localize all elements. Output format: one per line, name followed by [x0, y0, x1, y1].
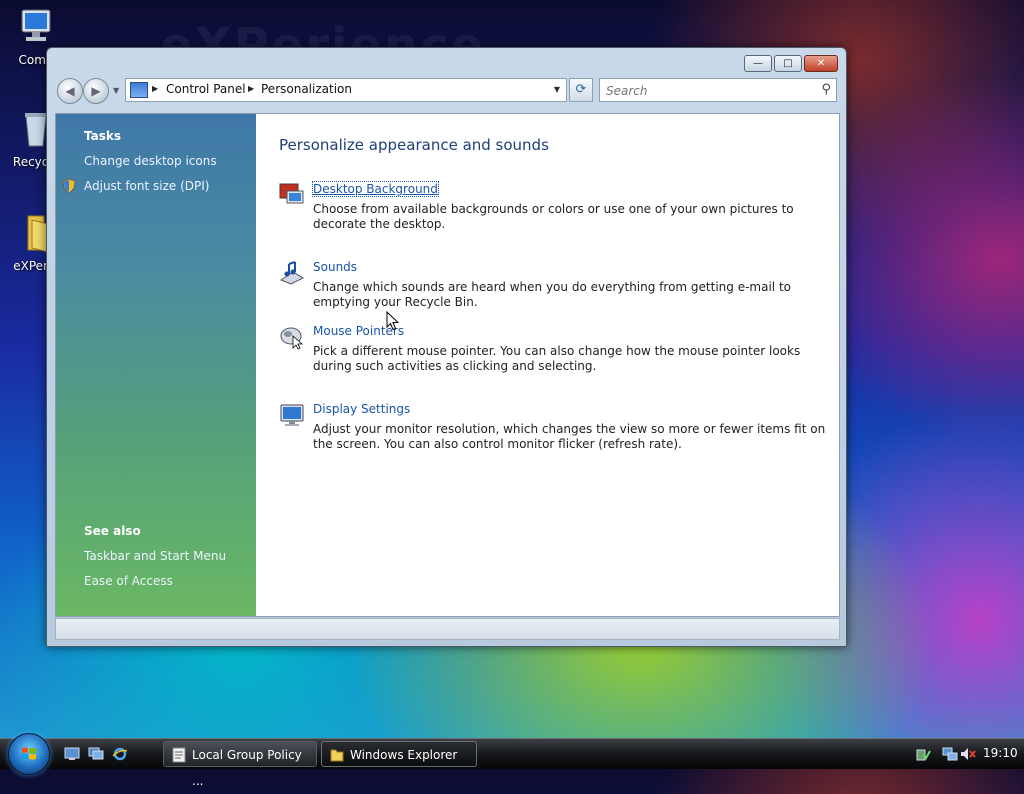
- shield-icon: [62, 179, 76, 193]
- start-button[interactable]: [8, 733, 50, 775]
- sounds-icon: [279, 261, 305, 285]
- breadcrumb-arrow-icon[interactable]: ▶: [152, 84, 158, 93]
- taskbar: Local Group Policy ... Windows Explorer …: [0, 733, 1024, 788]
- search-icon[interactable]: ⚲: [821, 82, 831, 97]
- back-button[interactable]: ◀: [57, 78, 83, 104]
- taskbar-button-windows-explorer[interactable]: Windows Explorer: [321, 741, 477, 767]
- forward-arrow-icon: ▶: [91, 84, 101, 98]
- refresh-icon: ⟳: [575, 82, 587, 97]
- content-area: Tasks Change desktop icons Adjust font s…: [55, 113, 840, 617]
- mouse-cursor-icon: [386, 311, 400, 331]
- maximize-button[interactable]: □: [774, 55, 802, 72]
- status-bar: [55, 618, 840, 640]
- adjust-font-size-link[interactable]: Adjust font size (DPI): [84, 179, 209, 193]
- display-settings-description: Adjust your monitor resolution, which ch…: [313, 422, 826, 451]
- volume-muted-icon[interactable]: [960, 746, 976, 762]
- document-icon: [172, 747, 186, 763]
- monitor-icon: [280, 404, 304, 426]
- desktop-background-link[interactable]: Desktop Background: [312, 181, 439, 197]
- computer-icon: [21, 9, 51, 41]
- window-controls: — □ ✕: [744, 55, 838, 72]
- back-arrow-icon: ◀: [65, 84, 75, 98]
- forward-button[interactable]: ▶: [83, 78, 109, 104]
- minimize-button[interactable]: —: [744, 55, 772, 72]
- mouse-pointers-description: Pick a different mouse pointer. You can …: [313, 344, 801, 373]
- folder-icon: [330, 749, 344, 762]
- mouse-icon: [280, 327, 304, 350]
- search-input[interactable]: [604, 81, 808, 101]
- taskbar-button-label: Local Group Policy ...: [192, 748, 302, 788]
- desktop-background-icon: [279, 183, 304, 204]
- show-desktop-icon[interactable]: [64, 747, 80, 761]
- windows-logo-icon: [22, 747, 36, 760]
- ease-of-access-link[interactable]: Ease of Access: [84, 574, 173, 588]
- search-box: ⚲: [599, 78, 837, 102]
- sounds-link[interactable]: Sounds: [313, 260, 357, 274]
- internet-explorer-icon[interactable]: [112, 747, 128, 761]
- see-also-heading: See also: [84, 524, 141, 538]
- desktop-background-description: Choose from available backgrounds or col…: [313, 202, 794, 231]
- navigation-bar: ◀ ▶ ▼ ▶ Control Panel ▶ Personalization …: [55, 77, 838, 104]
- close-button[interactable]: ✕: [804, 55, 838, 72]
- personalization-window: — □ ✕ ◀ ▶ ▼ ▶ Control Panel ▶ Personaliz…: [46, 47, 847, 647]
- breadcrumb-arrow-icon[interactable]: ▶: [248, 84, 254, 93]
- sounds-description: Change which sounds are heard when you d…: [313, 280, 791, 309]
- address-dropdown-icon[interactable]: ▼: [554, 85, 560, 94]
- network-icon[interactable]: [942, 746, 958, 762]
- tasks-heading: Tasks: [84, 129, 122, 143]
- refresh-button[interactable]: ⟳: [569, 78, 593, 102]
- taskbar-start-menu-link[interactable]: Taskbar and Start Menu: [84, 549, 226, 563]
- system-clock[interactable]: 19:10: [983, 746, 1018, 760]
- change-desktop-icons-link[interactable]: Change desktop icons: [84, 154, 217, 168]
- display-settings-link[interactable]: Display Settings: [313, 402, 410, 416]
- control-panel-icon: [130, 82, 148, 98]
- taskbar-button-label: Windows Explorer: [350, 748, 458, 762]
- breadcrumb-personalization[interactable]: Personalization: [261, 82, 352, 96]
- security-center-icon[interactable]: [915, 746, 931, 762]
- switch-windows-icon[interactable]: [88, 747, 104, 761]
- main-pane: Personalize appearance and sounds Deskto…: [256, 114, 839, 616]
- task-pane: Tasks Change desktop icons Adjust font s…: [56, 114, 256, 616]
- recent-pages-dropdown[interactable]: ▼: [113, 86, 119, 95]
- page-title: Personalize appearance and sounds: [279, 136, 549, 154]
- taskbar-button-local-group-policy[interactable]: Local Group Policy ...: [163, 741, 317, 788]
- address-bar[interactable]: ▶ Control Panel ▶ Personalization ▼: [125, 78, 567, 102]
- breadcrumb-control-panel[interactable]: Control Panel: [166, 82, 246, 96]
